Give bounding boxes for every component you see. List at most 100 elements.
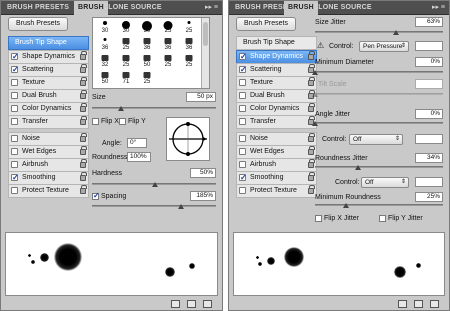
lock-icon[interactable] — [308, 51, 315, 60]
brush-tip-cell[interactable]: 50 — [137, 54, 157, 68]
lock-icon[interactable] — [80, 51, 87, 60]
angle-input[interactable]: 0° — [127, 138, 147, 148]
min-diameter-input[interactable]: 0% — [415, 57, 443, 67]
option-color-dynamics[interactable]: Color Dynamics — [236, 102, 317, 116]
min-roundness-slider[interactable] — [315, 203, 443, 208]
brush-tip-cell[interactable]: 30 — [137, 20, 157, 34]
size-slider[interactable] — [92, 106, 216, 111]
option-brush-tip-shape[interactable]: Brush Tip Shape — [8, 36, 89, 50]
lock-icon[interactable] — [80, 116, 87, 125]
flip-x-jitter-checkbox[interactable] — [315, 215, 322, 222]
roundness-input[interactable]: 100% — [127, 152, 151, 162]
angle-roundness-widget[interactable] — [166, 117, 210, 161]
panel-menu-icon[interactable]: ▸▸ ≡ — [205, 1, 218, 15]
angle-control-dropdown[interactable]: Off ⇕ — [349, 134, 403, 145]
brush-tip-cell[interactable]: 25 — [158, 54, 178, 68]
angle-control-input[interactable] — [415, 134, 443, 144]
option-checkbox[interactable] — [11, 118, 18, 125]
tab-clone-source[interactable]: CLONE SOURCE — [99, 1, 166, 15]
roundness-control-input[interactable] — [415, 177, 443, 187]
size-control-input[interactable] — [415, 41, 443, 51]
angle-jitter-slider[interactable] — [312, 121, 443, 126]
min-diameter-slider[interactable] — [312, 70, 443, 75]
flip-y-checkbox[interactable] — [119, 118, 126, 125]
toggle-live-tip-icon[interactable] — [398, 300, 407, 308]
option-checkbox[interactable] — [239, 148, 246, 155]
option-checkbox[interactable] — [11, 161, 18, 168]
brush-tip-cell[interactable]: 36 — [95, 37, 115, 51]
brush-tip-cell[interactable]: 25 — [137, 71, 157, 85]
roundness-jitter-input[interactable]: 34% — [415, 153, 443, 163]
option-dual-brush[interactable]: Dual Brush — [236, 89, 317, 103]
option-checkbox[interactable] — [239, 135, 246, 142]
brush-tip-grid[interactable]: 30 30 30 25 25 36 25 36 36 36 32 25 50 25 25 50 71 25 — [92, 17, 210, 89]
option-checkbox[interactable] — [239, 161, 246, 168]
option-scattering[interactable]: Scattering — [236, 63, 317, 77]
spacing-input[interactable]: 185% — [190, 191, 216, 201]
lock-icon[interactable] — [308, 77, 315, 86]
lock-icon[interactable] — [80, 172, 87, 181]
brush-tip-cell[interactable]: 36 — [158, 37, 178, 51]
brush-tip-cell[interactable]: 25 — [116, 54, 136, 68]
option-scattering[interactable]: Scattering — [8, 63, 89, 77]
lock-icon[interactable] — [80, 90, 87, 99]
brush-tip-cell[interactable]: 25 — [116, 37, 136, 51]
brush-grid-icon[interactable] — [187, 300, 196, 308]
option-checkbox[interactable] — [11, 148, 18, 155]
option-noise[interactable]: Noise — [8, 132, 89, 146]
brush-tip-cell[interactable]: 71 — [116, 71, 136, 85]
option-smoothing[interactable]: Smoothing — [236, 171, 317, 185]
flip-x-checkbox[interactable] — [92, 118, 99, 125]
brush-grid-icon[interactable] — [414, 300, 423, 308]
option-wet-edges[interactable]: Wet Edges — [8, 145, 89, 159]
option-transfer[interactable]: Transfer — [236, 115, 317, 129]
brush-presets-button[interactable]: Brush Presets — [8, 17, 68, 31]
lock-icon[interactable] — [308, 133, 315, 142]
option-texture[interactable]: Texture — [236, 76, 317, 90]
spacing-slider[interactable] — [92, 204, 216, 209]
spacing-checkbox[interactable] — [92, 191, 100, 200]
option-checkbox[interactable] — [11, 105, 18, 112]
option-checkbox[interactable] — [11, 64, 19, 76]
option-airbrush[interactable]: Airbrush — [8, 158, 89, 172]
option-checkbox[interactable] — [239, 172, 247, 184]
tab-clone-source[interactable]: CLONE SOURCE — [309, 1, 376, 15]
brush-tip-cell[interactable]: 30 — [116, 20, 136, 34]
angle-jitter-input[interactable]: 0% — [415, 109, 443, 119]
lock-icon[interactable] — [308, 159, 315, 168]
hardness-slider[interactable] — [92, 182, 216, 187]
flip-y-jitter-checkbox[interactable] — [379, 215, 386, 222]
brush-tip-cell[interactable]: 32 — [95, 54, 115, 68]
option-checkbox[interactable] — [239, 105, 246, 112]
new-preset-icon[interactable] — [203, 300, 212, 308]
lock-icon[interactable] — [308, 103, 315, 112]
option-color-dynamics[interactable]: Color Dynamics — [8, 102, 89, 116]
option-checkbox[interactable] — [239, 79, 246, 86]
roundness-control-dropdown[interactable]: Off ⇕ — [361, 177, 409, 188]
new-preset-icon[interactable] — [430, 300, 439, 308]
lock-icon[interactable] — [80, 159, 87, 168]
option-shape-dynamics[interactable]: Shape Dynamics — [8, 50, 89, 64]
lock-icon[interactable] — [80, 64, 87, 73]
lock-icon[interactable] — [308, 146, 315, 155]
option-checkbox[interactable] — [239, 92, 246, 99]
size-jitter-input[interactable]: 63% — [415, 17, 443, 27]
option-checkbox[interactable] — [239, 118, 246, 125]
brush-tip-cell[interactable]: 36 — [137, 37, 157, 51]
option-checkbox[interactable] — [11, 79, 18, 86]
option-airbrush[interactable]: Airbrush — [236, 158, 317, 172]
lock-icon[interactable] — [80, 185, 87, 194]
option-checkbox[interactable] — [239, 187, 246, 194]
size-input[interactable]: 50 px — [186, 92, 216, 102]
size-jitter-slider[interactable] — [315, 30, 443, 35]
brush-tip-cell[interactable]: 25 — [179, 54, 199, 68]
panel-menu-icon[interactable]: ▸▸ ≡ — [432, 1, 445, 15]
brush-tip-cell[interactable]: 36 — [179, 37, 199, 51]
hardness-input[interactable]: 50% — [190, 168, 216, 178]
option-brush-tip-shape[interactable]: Brush Tip Shape — [236, 36, 317, 50]
roundness-jitter-slider[interactable] — [315, 165, 443, 170]
option-transfer[interactable]: Transfer — [8, 115, 89, 129]
lock-icon[interactable] — [80, 77, 87, 86]
lock-icon[interactable] — [80, 146, 87, 155]
option-dual-brush[interactable]: Dual Brush — [8, 89, 89, 103]
